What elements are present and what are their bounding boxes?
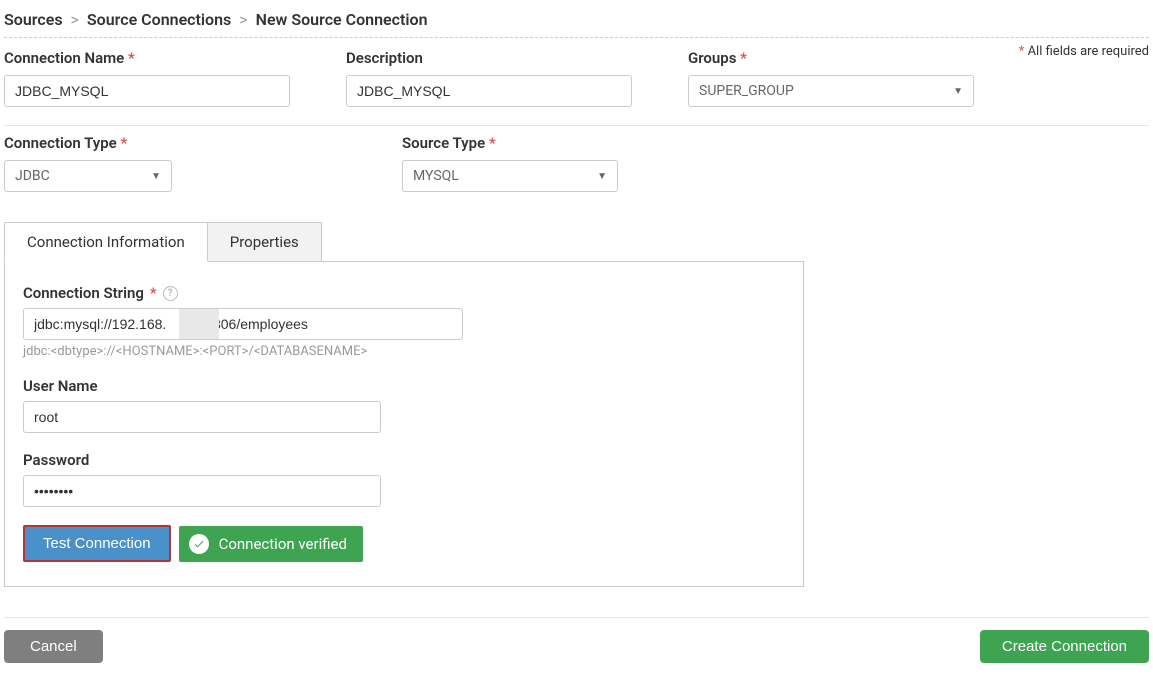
breadcrumb: Sources > Source Connections > New Sourc… — [4, 4, 1149, 38]
tab-connection-information[interactable]: Connection Information — [4, 222, 208, 262]
connection-string-hint: jdbc:<dbtype>://<HOSTNAME>:<PORT>/<DATAB… — [23, 344, 785, 359]
connection-status-text: Connection verified — [219, 535, 347, 553]
source-type-select[interactable]: MYSQL ▼ — [402, 160, 618, 192]
connection-name-input[interactable] — [4, 75, 290, 107]
connection-string-label: Connection String * ? — [23, 284, 785, 302]
username-input[interactable] — [23, 401, 381, 433]
chevron-down-icon: ▼ — [953, 86, 963, 97]
description-label: Description — [346, 49, 632, 67]
connection-type-value: JDBC — [15, 168, 50, 184]
tabs: Connection Information Properties — [4, 222, 1149, 261]
password-label: Password — [23, 451, 785, 469]
chevron-down-icon: ▼ — [597, 171, 607, 182]
connection-name-label: Connection Name * — [4, 49, 290, 67]
groups-select[interactable]: SUPER_GROUP ▼ — [688, 75, 974, 107]
chevron-right-icon: > — [71, 10, 79, 29]
help-icon[interactable]: ? — [163, 286, 178, 301]
description-input[interactable] — [346, 75, 632, 107]
source-type-label: Source Type * — [402, 134, 618, 152]
connection-type-label: Connection Type * — [4, 134, 172, 152]
check-circle-icon — [189, 534, 209, 554]
breadcrumb-level3: New Source Connection — [256, 10, 428, 29]
create-connection-button[interactable]: Create Connection — [980, 630, 1149, 663]
chevron-right-icon: > — [239, 10, 247, 29]
groups-label: Groups * — [688, 49, 974, 67]
connection-status-badge: Connection verified — [179, 526, 363, 562]
breadcrumb-level1[interactable]: Sources — [4, 10, 63, 29]
cancel-button[interactable]: Cancel — [4, 630, 103, 663]
tab-panel-connection-information: Connection String * ? jdbc:<dbtype>://<H… — [4, 261, 804, 587]
connection-type-select[interactable]: JDBC ▼ — [4, 160, 172, 192]
username-label: User Name — [23, 377, 785, 395]
groups-select-value: SUPER_GROUP — [699, 83, 794, 99]
connection-string-input[interactable] — [23, 308, 463, 340]
redaction-block — [179, 309, 219, 339]
chevron-down-icon: ▼ — [151, 171, 161, 182]
breadcrumb-level2[interactable]: Source Connections — [87, 10, 231, 29]
source-type-value: MYSQL — [413, 168, 459, 184]
test-connection-button[interactable]: Test Connection — [23, 525, 171, 562]
tab-properties[interactable]: Properties — [208, 222, 322, 261]
footer: Cancel Create Connection — [4, 617, 1149, 663]
password-input[interactable] — [23, 475, 381, 507]
